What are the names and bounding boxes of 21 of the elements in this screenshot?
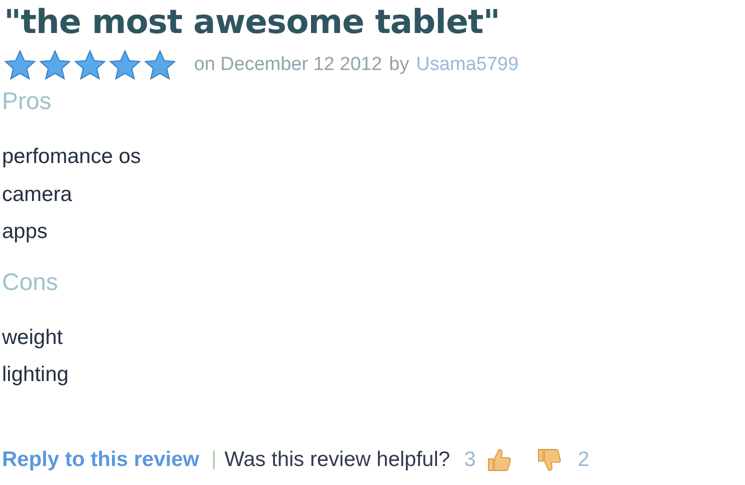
by-label: by (389, 54, 410, 76)
star-icon (107, 49, 143, 81)
reply-link[interactable]: Reply to this review (2, 448, 200, 472)
star-icon (2, 49, 38, 81)
separator: | (211, 448, 216, 471)
downvote-count: 2 (578, 448, 590, 472)
review-date: on December 12 2012 (194, 54, 382, 76)
star-icon (37, 49, 73, 81)
review-title: "the most awesome tablet" (4, 1, 501, 43)
section-heading: Cons (2, 268, 60, 298)
list-item: perfomance os (2, 144, 142, 170)
author-link[interactable]: Usama5799 (416, 54, 519, 76)
list-item: apps (2, 219, 49, 245)
star-icon (142, 49, 178, 81)
list-item: weight (2, 324, 64, 350)
list-item: camera (2, 182, 74, 208)
upvote-count: 3 (464, 448, 476, 472)
star-icon (72, 49, 108, 81)
section-heading: Pros (2, 87, 52, 117)
helpful-question: Was this review helpful? (224, 448, 450, 472)
list-item: lighting (2, 362, 70, 388)
